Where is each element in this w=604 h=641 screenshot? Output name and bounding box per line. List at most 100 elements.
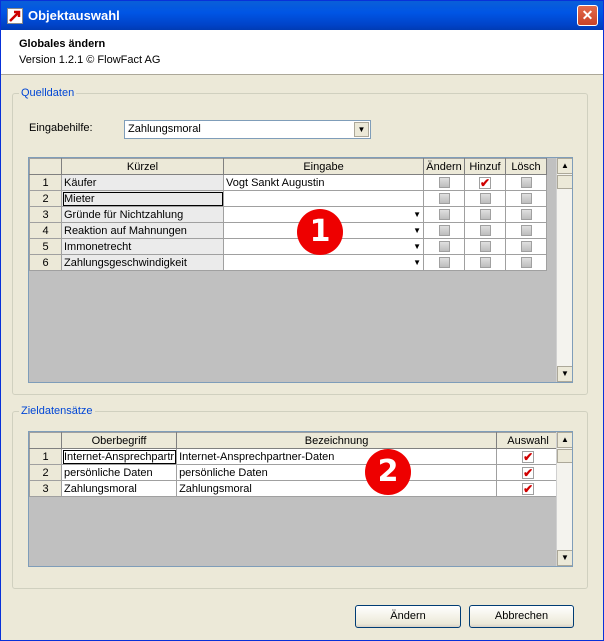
- quelldaten-row[interactable]: 5 Immonetrecht ▼: [29, 238, 547, 255]
- checkbox-icon[interactable]: [438, 177, 450, 189]
- checkbox-icon[interactable]: [438, 241, 450, 253]
- loesch-cell[interactable]: [505, 206, 547, 223]
- chevron-down-icon[interactable]: ▼: [413, 208, 421, 222]
- checkbox-checked-icon[interactable]: ✔: [522, 466, 535, 479]
- aendern-cell[interactable]: [423, 206, 465, 223]
- checkbox-checked-icon[interactable]: ✔: [479, 176, 491, 189]
- kuerzel-cell[interactable]: Mieter: [61, 190, 224, 207]
- checkbox-icon[interactable]: [438, 193, 450, 205]
- loesch-cell[interactable]: [505, 238, 547, 255]
- quelldaten-row[interactable]: 2 Mieter: [29, 190, 547, 207]
- objektauswahl-window: Objektauswahl ✕ Globales ändern Version …: [0, 0, 604, 641]
- chevron-down-icon[interactable]: ▼: [413, 224, 421, 238]
- checkbox-icon[interactable]: [479, 225, 491, 237]
- zieldatensaetze-row[interactable]: 2 persönliche Daten persönliche Daten ✔: [29, 464, 561, 481]
- zieldatensaetze-grid[interactable]: Oberbegriff Bezeichnung Auswahl 1 Interne…: [28, 431, 573, 567]
- loesch-cell[interactable]: [505, 254, 547, 271]
- zieldatensaetze-scrollbar[interactable]: ▲ ▼: [556, 432, 572, 566]
- col-header-hinzuf[interactable]: Hinzuf: [464, 158, 506, 175]
- hinzuf-cell[interactable]: ✔: [464, 174, 506, 191]
- col-header-loesch[interactable]: Lösch: [505, 158, 547, 175]
- eingabe-cell[interactable]: Vogt Sankt Augustin: [223, 174, 424, 191]
- bezeichnung-cell[interactable]: Internet-Ansprechpartner-Daten: [176, 448, 498, 465]
- corner-cell: [29, 432, 62, 449]
- col-header-aendern[interactable]: Ändern: [423, 158, 465, 175]
- col-header-auswahl[interactable]: Auswahl: [496, 432, 561, 449]
- aendern-cell[interactable]: [423, 190, 465, 207]
- checkbox-icon[interactable]: [520, 257, 532, 269]
- auswahl-cell[interactable]: ✔: [496, 480, 561, 497]
- title-bar[interactable]: Objektauswahl ✕: [1, 1, 603, 30]
- close-button[interactable]: ✕: [577, 5, 598, 26]
- auswahl-cell[interactable]: ✔: [496, 448, 561, 465]
- quelldaten-row[interactable]: 1 Käufer Vogt Sankt Augustin ✔: [29, 174, 547, 191]
- quelldaten-row[interactable]: 3 Gründe für Nichtzahlung ▼: [29, 206, 547, 223]
- scroll-thumb[interactable]: [557, 175, 572, 189]
- zieldatensaetze-row[interactable]: 3 Zahlungsmoral Zahlungsmoral ✔: [29, 480, 561, 497]
- aendern-cell[interactable]: [423, 222, 465, 239]
- checkbox-icon[interactable]: [520, 225, 532, 237]
- quelldaten-scrollbar[interactable]: ▲ ▼: [556, 158, 572, 382]
- scroll-down-icon[interactable]: ▼: [557, 550, 572, 566]
- eingabe-cell[interactable]: ▼: [223, 254, 424, 271]
- checkbox-checked-icon[interactable]: ✔: [522, 482, 535, 495]
- scroll-thumb[interactable]: [557, 449, 572, 463]
- oberbegriff-cell[interactable]: Internet-Ansprechpartr: [60, 448, 178, 465]
- hinzuf-cell[interactable]: [464, 238, 506, 255]
- header-panel: Globales ändern Version 1.2.1 © FlowFact…: [1, 30, 603, 75]
- checkbox-icon[interactable]: [520, 193, 532, 205]
- col-header-kuerzel[interactable]: Kürzel: [61, 158, 224, 175]
- kuerzel-cell[interactable]: Zahlungsgeschwindigkeit: [61, 254, 224, 271]
- loesch-cell[interactable]: [505, 174, 547, 191]
- quelldaten-legend: Quelldaten: [21, 87, 75, 99]
- row-number: 1: [29, 448, 62, 465]
- hinzuf-cell[interactable]: [464, 254, 506, 271]
- checkbox-icon[interactable]: [438, 209, 450, 221]
- checkbox-icon[interactable]: [438, 225, 450, 237]
- aendern-button[interactable]: Ändern: [355, 605, 461, 628]
- scroll-up-icon[interactable]: ▲: [557, 158, 572, 174]
- checkbox-icon[interactable]: [479, 241, 491, 253]
- header-version: Version 1.2.1 © FlowFact AG: [19, 54, 161, 66]
- bezeichnung-cell[interactable]: Zahlungsmoral: [176, 480, 498, 497]
- chevron-down-icon[interactable]: ▼: [413, 256, 421, 270]
- oberbegriff-cell[interactable]: Zahlungsmoral: [60, 480, 178, 497]
- chevron-down-icon[interactable]: ▼: [354, 122, 369, 137]
- checkbox-icon[interactable]: [479, 193, 491, 205]
- checkbox-icon[interactable]: [520, 177, 532, 189]
- bezeichnung-cell[interactable]: persönliche Daten: [176, 464, 498, 481]
- checkbox-icon[interactable]: [479, 209, 491, 221]
- aendern-cell[interactable]: [423, 174, 465, 191]
- hinzuf-cell[interactable]: [464, 222, 506, 239]
- quelldaten-row[interactable]: 4 Reaktion auf Mahnungen ▼: [29, 222, 547, 239]
- eingabe-cell[interactable]: [223, 190, 424, 207]
- eingabehilfe-select[interactable]: Zahlungsmoral ▼: [124, 120, 371, 139]
- col-header-oberbegriff[interactable]: Oberbegriff: [60, 432, 178, 449]
- col-header-bezeichnung[interactable]: Bezeichnung: [176, 432, 498, 449]
- oberbegriff-cell[interactable]: persönliche Daten: [60, 464, 178, 481]
- scroll-up-icon[interactable]: ▲: [557, 432, 572, 448]
- hinzuf-cell[interactable]: [464, 206, 506, 223]
- scroll-down-icon[interactable]: ▼: [557, 366, 572, 382]
- aendern-cell[interactable]: [423, 254, 465, 271]
- checkbox-icon[interactable]: [479, 257, 491, 269]
- kuerzel-cell[interactable]: Reaktion auf Mahnungen: [61, 222, 224, 239]
- checkbox-icon[interactable]: [438, 257, 450, 269]
- col-header-eingabe[interactable]: Eingabe: [223, 158, 424, 175]
- checkbox-icon[interactable]: [520, 241, 532, 253]
- kuerzel-cell[interactable]: Käufer: [61, 174, 224, 191]
- checkbox-icon[interactable]: [520, 209, 532, 221]
- kuerzel-cell[interactable]: Immonetrecht: [61, 238, 224, 255]
- kuerzel-cell[interactable]: Gründe für Nichtzahlung: [61, 206, 224, 223]
- checkbox-checked-icon[interactable]: ✔: [522, 450, 535, 463]
- hinzuf-cell[interactable]: [464, 190, 506, 207]
- quelldaten-grid[interactable]: Kürzel Eingabe Ändern Hinzuf Lösch 1 Käuf…: [28, 157, 573, 383]
- loesch-cell[interactable]: [505, 190, 547, 207]
- abbrechen-button[interactable]: Abbrechen: [469, 605, 574, 628]
- aendern-cell[interactable]: [423, 238, 465, 255]
- quelldaten-row[interactable]: 6 Zahlungsgeschwindigkeit ▼: [29, 254, 547, 271]
- loesch-cell[interactable]: [505, 222, 547, 239]
- auswahl-cell[interactable]: ✔: [496, 464, 561, 481]
- chevron-down-icon[interactable]: ▼: [413, 240, 421, 254]
- zieldatensaetze-row[interactable]: 1 Internet-Ansprechpartr Internet-Ansprech…: [29, 448, 561, 465]
